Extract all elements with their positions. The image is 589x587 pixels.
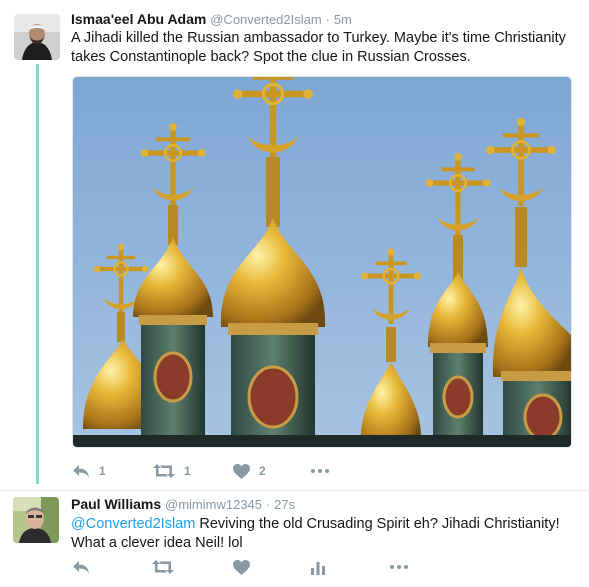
tweet-text: A Jihadi killed the Russian ambassador t… [71, 30, 566, 65]
retweet-button[interactable] [152, 560, 233, 574]
separator-dot: · [325, 12, 330, 27]
timestamp[interactable]: 27s [274, 497, 295, 512]
more-button[interactable] [311, 469, 329, 473]
display-name[interactable]: Ismaa'eel Abu Adam [71, 11, 206, 27]
tweet-header: Ismaa'eel Abu Adam @Converted2Islam · 5m [71, 10, 352, 29]
avatar-photo [14, 14, 60, 60]
tweet-actions [72, 557, 408, 577]
like-count: 2 [259, 464, 266, 478]
heart-icon [233, 559, 250, 575]
retweet-icon [153, 464, 175, 478]
heart-icon [233, 463, 250, 479]
reply-button[interactable] [72, 560, 152, 574]
tweet[interactable]: Ismaa'eel Abu Adam @Converted2Islam · 5m… [0, 0, 589, 490]
retweet-button[interactable]: 1 [153, 464, 233, 478]
onion-domes-photo [73, 77, 571, 447]
tweet-header: Paul Williams @mimimw12345 · 27s [71, 495, 295, 514]
more-button[interactable] [390, 565, 408, 569]
like-button[interactable]: 2 [233, 463, 311, 479]
analytics-button[interactable] [311, 560, 390, 575]
tweet[interactable]: Paul Williams @mimimw12345 · 27s @Conver… [0, 490, 589, 587]
retweet-icon [152, 560, 174, 574]
more-dots-icon [390, 565, 408, 569]
avatar[interactable] [13, 497, 59, 543]
timestamp[interactable]: 5m [334, 12, 352, 27]
display-name[interactable]: Paul Williams [71, 496, 161, 512]
mention-link[interactable]: @Converted2Islam [71, 516, 195, 532]
retweet-count: 1 [184, 464, 191, 478]
tweet-actions: 1 1 2 [72, 461, 329, 481]
tweet-text: @Converted2Islam Reviving the old Crusad… [71, 515, 576, 553]
reply-icon [73, 561, 89, 573]
separator-dot: · [265, 497, 271, 512]
avatar-photo [13, 497, 59, 543]
reply-button[interactable]: 1 [72, 464, 153, 478]
reply-count: 1 [99, 464, 106, 478]
analytics-icon [311, 561, 325, 575]
more-dots-icon [311, 469, 329, 473]
tweet-media-image[interactable] [72, 76, 572, 448]
user-handle[interactable]: @mimimw12345 [165, 497, 262, 512]
reply-icon [73, 465, 89, 477]
avatar[interactable] [14, 14, 60, 60]
like-button[interactable] [233, 559, 311, 575]
user-handle[interactable]: @Converted2Islam [210, 12, 321, 27]
